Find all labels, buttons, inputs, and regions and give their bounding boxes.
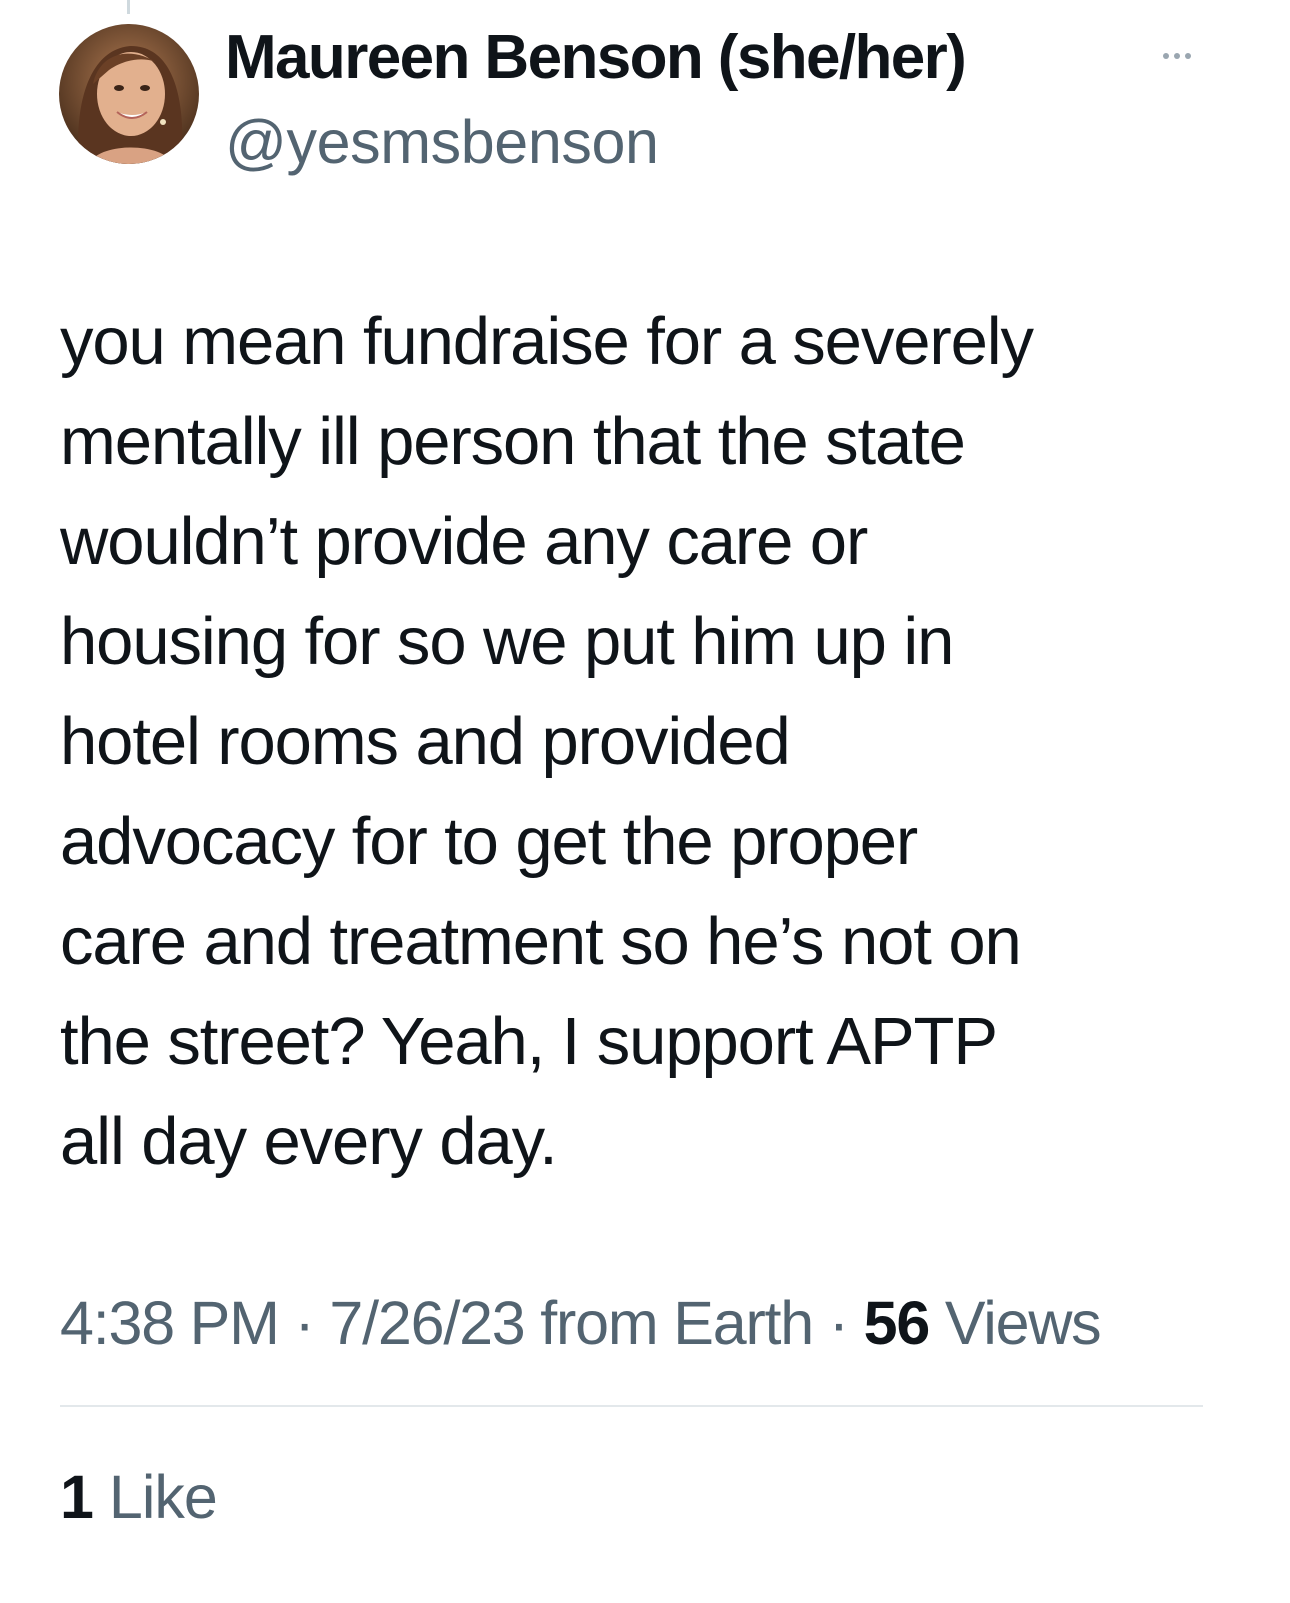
author-display-name[interactable]: Maureen Benson (she/her) bbox=[225, 22, 967, 94]
views-count: 56 bbox=[863, 1289, 931, 1357]
tweet-text-line: you mean fundraise for a severely bbox=[60, 304, 1034, 379]
tweet-text-line: all day every day. bbox=[60, 1104, 558, 1179]
tweet-text-line: hotel rooms and provided bbox=[60, 704, 791, 779]
tweet-date[interactable]: 7/26/23 bbox=[329, 1289, 525, 1357]
more-dot bbox=[1163, 53, 1169, 59]
thread-connector-line bbox=[127, 0, 130, 14]
more-dot bbox=[1174, 53, 1180, 59]
tweet-source: from Earth bbox=[540, 1289, 814, 1357]
tweet-text-line: care and treatment so he’s not on bbox=[60, 904, 1022, 979]
tweet-time[interactable]: 4:38 PM bbox=[60, 1289, 280, 1357]
likes-count: 1 bbox=[60, 1463, 94, 1531]
tweet-text-line: housing for so we put him up in bbox=[60, 604, 954, 679]
author-handle[interactable]: @yesmsbenson bbox=[225, 106, 659, 178]
views-label: Views bbox=[944, 1289, 1102, 1357]
avatar-photo bbox=[59, 24, 199, 164]
tweet-metadata: 4:38 PM · 7/26/23 from Earth · 56 Views bbox=[60, 1280, 1160, 1366]
tweet-text-line: advocacy for to get the proper bbox=[60, 804, 918, 879]
tweet-text-line: mentally ill person that the state bbox=[60, 404, 966, 479]
tweet-text-line: wouldn’t provide any care or bbox=[60, 504, 868, 579]
divider bbox=[60, 1405, 1203, 1407]
likes-link[interactable]: 1 Like bbox=[60, 1459, 218, 1535]
meta-separator: · bbox=[294, 1289, 315, 1357]
tweet-text: you mean fundraise for a severely mental… bbox=[60, 292, 1200, 1192]
meta-separator: · bbox=[828, 1289, 849, 1357]
avatar[interactable] bbox=[59, 24, 199, 164]
more-options-icon[interactable] bbox=[1149, 36, 1205, 76]
tweet-text-line: the street? Yeah, I support APTP bbox=[60, 1004, 998, 1079]
tweet-detail: Maureen Benson (she/her) @yesmsbenson yo… bbox=[0, 0, 1290, 1603]
more-dot bbox=[1185, 53, 1191, 59]
likes-label: Like bbox=[108, 1463, 218, 1531]
